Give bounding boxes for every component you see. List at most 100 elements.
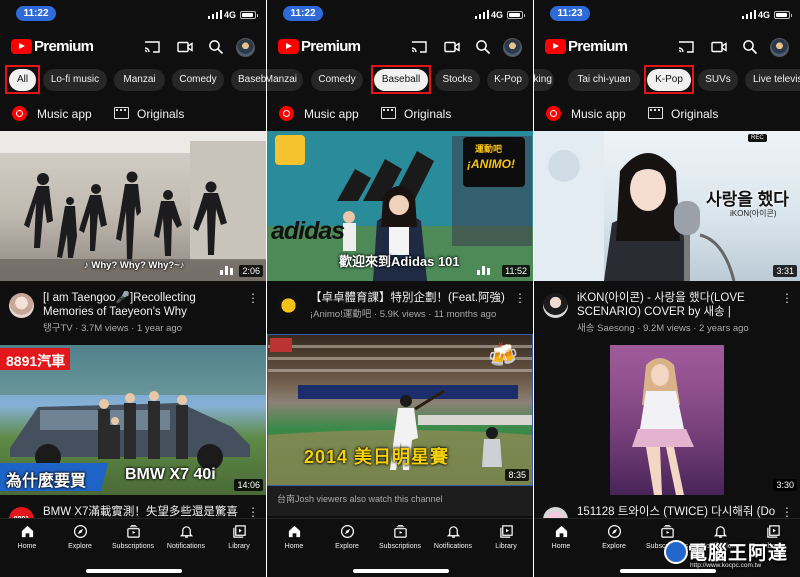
account-avatar[interactable] (503, 38, 522, 57)
chip-all[interactable]: All (9, 69, 36, 91)
chip-baseball[interactable]: Baseb (231, 69, 266, 91)
nav-home[interactable]: Home (535, 524, 587, 550)
search-icon[interactable] (742, 39, 758, 55)
video-duration: 2:06 (239, 265, 263, 277)
thumbnail-caption: 사랑을 했다 (706, 190, 789, 209)
nav-library[interactable]: Library (213, 524, 265, 550)
channel-name[interactable]: 탱구TV (43, 323, 73, 334)
nav-explore[interactable]: Explore (321, 524, 373, 550)
create-video-icon[interactable] (177, 39, 193, 55)
home-icon (21, 525, 33, 538)
bell-icon (179, 526, 193, 538)
chip-comedy[interactable]: Comedy (172, 69, 224, 91)
video-title[interactable]: [I am Taengoo🎤]Recollecting Memories of … (43, 291, 243, 319)
nav-explore[interactable]: Explore (588, 524, 640, 550)
video-duration: 3:30 (773, 479, 797, 491)
account-avatar[interactable] (770, 38, 789, 57)
channel-avatar[interactable] (9, 293, 34, 318)
shelf-row: Music app Originals (0, 100, 266, 128)
chip-baseball[interactable]: Baseball (374, 69, 428, 91)
chip-cooking[interactable]: oking (534, 69, 554, 91)
status-bar: 11:23 4G (534, 0, 800, 30)
video-thumbnail[interactable]: 🍻 2014 美日明星賽 8:35 (267, 334, 533, 486)
upload-age: 2 years ago (699, 323, 749, 334)
channel-name[interactable]: 새송 Saesong (577, 323, 635, 334)
channel-avatar[interactable] (543, 293, 568, 318)
youtube-premium-logo[interactable]: Premium (278, 38, 361, 55)
channel-avatar[interactable] (276, 293, 301, 318)
originals-link[interactable]: Originals (137, 107, 184, 121)
nav-home[interactable]: Home (268, 524, 320, 550)
nav-notifications[interactable]: Notifications (160, 524, 212, 550)
chip-manzai[interactable]: Manzai (267, 69, 303, 91)
music-app-icon[interactable] (546, 106, 561, 121)
more-options-icon[interactable]: ⋮ (247, 292, 259, 304)
suggested-channel-bar[interactable]: 台南Josh viewers also watch this channel (267, 486, 533, 516)
chip-kpop[interactable]: K-Pop (487, 69, 529, 91)
brand-banner: 8891汽車 (0, 348, 70, 370)
music-app-icon[interactable] (12, 106, 27, 121)
create-video-icon[interactable] (444, 39, 460, 55)
nav-home[interactable]: Home (1, 524, 53, 550)
chip-suvs[interactable]: SUVs (698, 69, 738, 91)
signal-icon (742, 10, 757, 19)
channel-name[interactable]: ¡Animo!運動吧 (310, 309, 371, 320)
video-thumbnail[interactable]: adidas 運動吧 ¡ANIMO! 歡迎來到Adidas 101 11:52 (267, 131, 533, 281)
chip-lofi-music[interactable]: Lo-fi music (43, 69, 107, 91)
video-meta: ¡Animo!運動吧 · 5.9K views · 11 months ago (310, 309, 497, 320)
more-options-icon[interactable]: ⋮ (514, 292, 526, 304)
cast-icon[interactable] (144, 39, 160, 55)
nav-notifications[interactable]: Notifications (427, 524, 479, 550)
video-thumbnail[interactable]: REC 사랑을 했다 iKON(아이콘) 3:31 (534, 131, 800, 281)
nav-explore[interactable]: Explore (54, 524, 106, 550)
video-thumbnail[interactable]: 3:30 (534, 345, 800, 495)
cast-icon[interactable] (678, 39, 694, 55)
create-video-icon[interactable] (711, 39, 727, 55)
thumbnail-caption: 2014 美日明星賽 (304, 447, 450, 467)
music-app-link[interactable]: Music app (571, 107, 626, 121)
music-app-icon[interactable] (279, 106, 294, 121)
music-app-link[interactable]: Music app (37, 107, 92, 121)
more-options-icon[interactable]: ⋮ (247, 506, 259, 518)
video-thumbnail[interactable]: 8891汽車 為什麼要買 BMW X7 40i 14:06 (0, 345, 266, 495)
originals-icon[interactable] (648, 107, 663, 119)
music-app-link[interactable]: Music app (304, 107, 359, 121)
video-thumbnail[interactable]: ♪ Why? Why? Why?~♪ 2:06 (0, 131, 266, 281)
search-icon[interactable] (208, 39, 224, 55)
more-options-icon[interactable]: ⋮ (781, 292, 793, 304)
chip-tai-chi-yuan[interactable]: Tai chi-yuan (568, 69, 640, 91)
video-title[interactable]: BMW X7滿載實測！失望多些還是驚喜 (43, 505, 243, 519)
thumbnail-brand: adidas (271, 217, 345, 245)
originals-icon[interactable] (381, 107, 396, 119)
chip-comedy[interactable]: Comedy (311, 69, 363, 91)
thumbnail-caption: ♪ Why? Why? Why?~♪ (84, 260, 185, 271)
battery-icon (507, 11, 525, 19)
phone-panel-kpop: 11:23 4G Premium oking Tai chi-yuan K-Po… (534, 0, 800, 577)
video-title[interactable]: iKON(아이콘) - 사랑을 했다(LOVE SCENARIO) COVER … (577, 291, 777, 319)
more-options-icon[interactable]: ⋮ (781, 506, 793, 518)
signal-icon (208, 10, 223, 19)
chip-kpop[interactable]: K-Pop (647, 69, 691, 91)
signal-icon (475, 10, 490, 19)
chip-manzai[interactable]: Manzai (114, 69, 165, 91)
home-indicator (353, 569, 449, 573)
video-meta: 새송 Saesong · 9.2M views · 2 years ago (577, 323, 749, 334)
chip-live-television[interactable]: Live televis (745, 69, 800, 91)
account-avatar[interactable] (236, 38, 255, 57)
nav-subscriptions[interactable]: Subscriptions (374, 524, 426, 550)
search-icon[interactable] (475, 39, 491, 55)
originals-link[interactable]: Originals (671, 107, 718, 121)
originals-link[interactable]: Originals (404, 107, 451, 121)
chip-stocks[interactable]: Stocks (435, 69, 480, 91)
youtube-premium-logo[interactable]: Premium (545, 38, 628, 55)
video-title[interactable]: 【卓卓體育課】特別企劃！(Feat.阿強) (310, 291, 510, 305)
cast-icon[interactable] (411, 39, 427, 55)
originals-icon[interactable] (114, 107, 129, 119)
app-header: Premium (534, 30, 800, 64)
nav-label: Notifications (433, 543, 473, 550)
nav-library[interactable]: Library (480, 524, 532, 550)
nav-subscriptions[interactable]: Subscriptions (107, 524, 159, 550)
youtube-premium-logo[interactable]: Premium (11, 38, 94, 55)
status-bar: 11:22 4G (0, 0, 266, 30)
battery-icon (240, 11, 258, 19)
